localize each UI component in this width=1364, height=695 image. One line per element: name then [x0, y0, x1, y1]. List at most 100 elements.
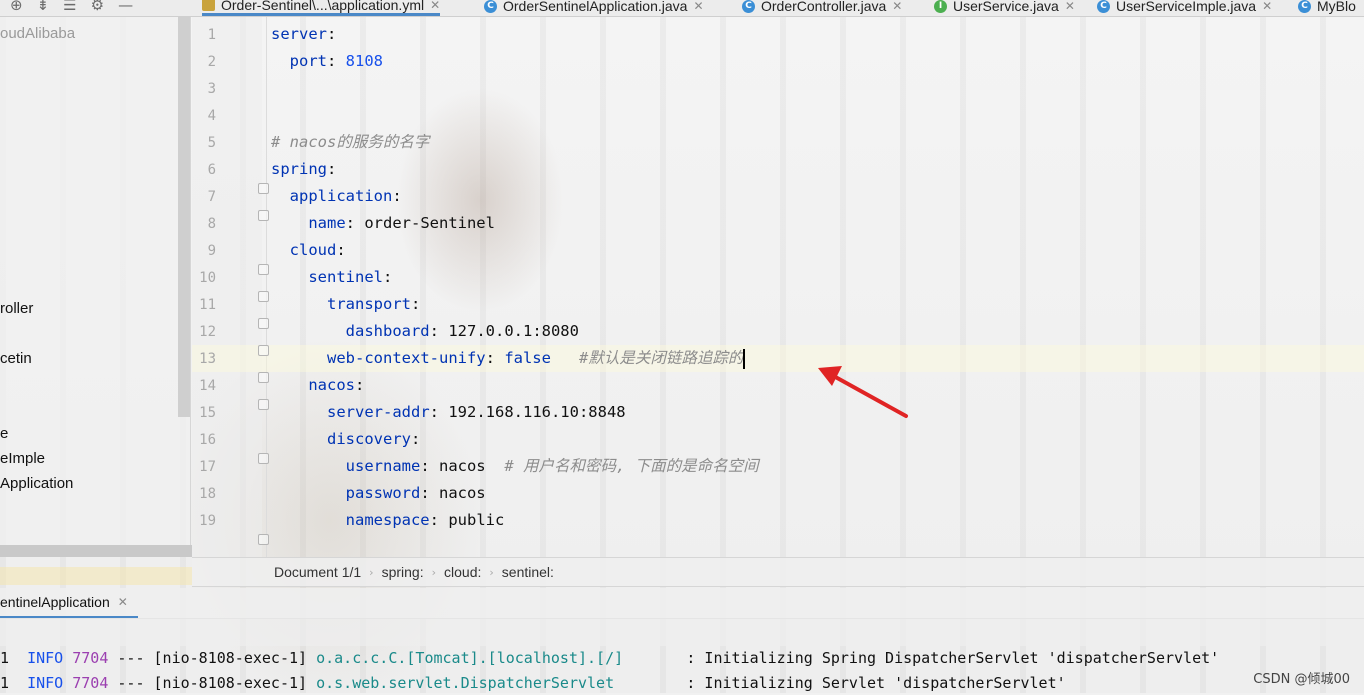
project-root-label[interactable]: oudAlibaba	[0, 25, 75, 42]
close-icon[interactable]: ✕	[892, 0, 902, 13]
chevron-right-icon: ›	[369, 565, 374, 579]
code-line: port: 8108	[289, 52, 383, 70]
fold-icon[interactable]	[258, 399, 269, 410]
tab-user-service[interactable]: I UserService.java ✕	[934, 0, 1075, 16]
run-toolbar	[0, 618, 1364, 646]
tab-label: OrderSentinelApplication.java	[503, 0, 688, 14]
fold-icon[interactable]	[258, 183, 269, 194]
console-log-line: 1 INFO 7704 --- [nio-8108-exec-1] o.s.we…	[0, 671, 1066, 695]
tab-application-yml[interactable]: Order-Sentinel\...\application.yml ✕	[202, 0, 441, 16]
close-icon[interactable]: ✕	[430, 0, 440, 12]
yaml-comment: # 用户名和密码, 下面的是命名空间	[504, 457, 759, 475]
fold-icon[interactable]	[258, 372, 269, 383]
fold-icon[interactable]	[258, 264, 269, 275]
line-number: 3	[207, 81, 216, 97]
breadcrumb: Document 1/1 › spring: › cloud: › sentin…	[192, 557, 1364, 587]
collapse-all-icon[interactable]: ⇟	[37, 0, 50, 13]
fold-icon[interactable]	[258, 210, 269, 221]
breadcrumb-item[interactable]: cloud:	[444, 564, 481, 580]
code-line: nacos:	[308, 376, 365, 394]
close-icon[interactable]: ✕	[693, 0, 703, 13]
yaml-value: order-Sentinel	[364, 214, 495, 232]
log-logger[interactable]: o.s.web.servlet.DispatcherServlet	[316, 674, 614, 692]
line-number: 16	[199, 432, 216, 448]
code-line: sentinel:	[308, 268, 393, 286]
log-message: : Initializing Servlet 'dispatcherServle…	[686, 674, 1066, 692]
target-icon[interactable]: ⊕	[10, 0, 23, 13]
tree-item[interactable]: Application	[0, 475, 73, 492]
log-thread: [nio-8108-exec-1]	[153, 649, 308, 667]
line-number: 15	[199, 405, 216, 421]
code-line: discovery:	[327, 430, 421, 448]
close-icon[interactable]: ✕	[1262, 0, 1272, 13]
fold-icon[interactable]	[258, 318, 269, 329]
code-line: application:	[289, 187, 402, 205]
yaml-key: server	[271, 25, 327, 43]
yaml-value: nacos	[438, 484, 486, 502]
yaml-key: username	[345, 457, 421, 475]
log-prefix: 1	[0, 649, 10, 667]
line-gutter	[192, 17, 262, 557]
code-line: # nacos的服务的名字	[271, 129, 429, 156]
tree-item[interactable]: e	[0, 425, 8, 442]
class-icon: C	[1097, 0, 1110, 13]
editor-tab-bar: ⊕ ⇟ ☰ ⚙ — Order-Sentinel\...\application…	[0, 0, 1364, 17]
close-icon[interactable]: ✕	[118, 595, 128, 609]
tab-label: MyBlo	[1317, 0, 1356, 14]
line-number: 1	[207, 27, 216, 43]
code-line: password: nacos	[345, 484, 486, 502]
sidebar-scrollbar[interactable]	[178, 17, 190, 417]
log-pid: 7704	[72, 674, 109, 692]
log-prefix: 1	[0, 674, 10, 692]
yaml-key: password	[345, 484, 421, 502]
fold-icon[interactable]	[258, 453, 269, 464]
yaml-key: spring	[271, 160, 327, 178]
line-number: 18	[199, 486, 216, 502]
code-line: server:	[271, 25, 337, 43]
breadcrumb-item[interactable]: sentinel:	[502, 564, 554, 580]
code-editor[interactable]: 1 2 3 4 5 6 7 8 9 10 11 12 13 14 15 16 1…	[192, 17, 1364, 557]
yaml-key: name	[308, 214, 346, 232]
breadcrumb-item[interactable]: spring:	[382, 564, 424, 580]
tab-user-service-imple[interactable]: C UserServiceImple.java ✕	[1097, 0, 1272, 16]
run-tab-bar: entinelApplication ✕	[0, 588, 1364, 619]
code-line: namespace: public	[345, 511, 505, 529]
yaml-key: cloud	[289, 241, 337, 259]
tree-item[interactable]: eImple	[0, 450, 45, 467]
breadcrumb-item[interactable]: Document 1/1	[274, 564, 361, 580]
line-number: 17	[199, 459, 216, 475]
yaml-key: discovery	[327, 430, 411, 448]
line-number: 14	[199, 378, 216, 394]
run-tab-label: entinelApplication	[0, 594, 110, 610]
code-line: name: order-Sentinel	[308, 214, 495, 232]
line-number: 2	[207, 54, 216, 70]
chevron-right-icon: ›	[431, 565, 437, 579]
tree-item[interactable]: cetin	[0, 350, 32, 367]
red-arrow-annotation	[818, 366, 908, 418]
tab-order-sentinel-application[interactable]: C OrderSentinelApplication.java ✕	[484, 0, 704, 16]
sidebar-horizontal-scrollbar[interactable]	[0, 545, 192, 557]
log-message: : Initializing Spring DispatcherServlet …	[686, 649, 1220, 667]
minimize-icon[interactable]: —	[118, 0, 133, 13]
code-line: web-context-unify: false #默认是关闭链路追踪的	[327, 348, 746, 369]
log-logger[interactable]: o.a.c.c.C.[Tomcat].[localhost].[/]	[316, 649, 623, 667]
yaml-value: 127.0.0.1:8080	[448, 322, 579, 340]
console-log-line: 1 INFO 7704 --- [nio-8108-exec-1] o.a.c.…	[0, 646, 1219, 670]
line-number: 5	[207, 135, 216, 151]
expand-icon[interactable]: ☰	[63, 0, 76, 13]
tab-order-controller[interactable]: C OrderController.java ✕	[742, 0, 902, 16]
yaml-value: nacos	[438, 457, 486, 475]
run-tab[interactable]: entinelApplication ✕	[0, 588, 138, 618]
yaml-key: dashboard	[345, 322, 430, 340]
fold-icon[interactable]	[258, 534, 269, 545]
gear-icon[interactable]: ⚙	[91, 0, 104, 13]
close-icon[interactable]: ✕	[1065, 0, 1075, 13]
fold-icon[interactable]	[258, 291, 269, 302]
code-line: spring:	[271, 160, 337, 178]
code-line: server-addr: 192.168.116.10:8848	[327, 403, 626, 421]
line-number: 6	[207, 162, 216, 178]
tab-myblo[interactable]: C MyBlo	[1298, 0, 1356, 16]
yaml-key: web-context-unify	[327, 349, 486, 367]
tree-item[interactable]: roller	[0, 300, 33, 317]
fold-icon[interactable]	[258, 345, 269, 356]
